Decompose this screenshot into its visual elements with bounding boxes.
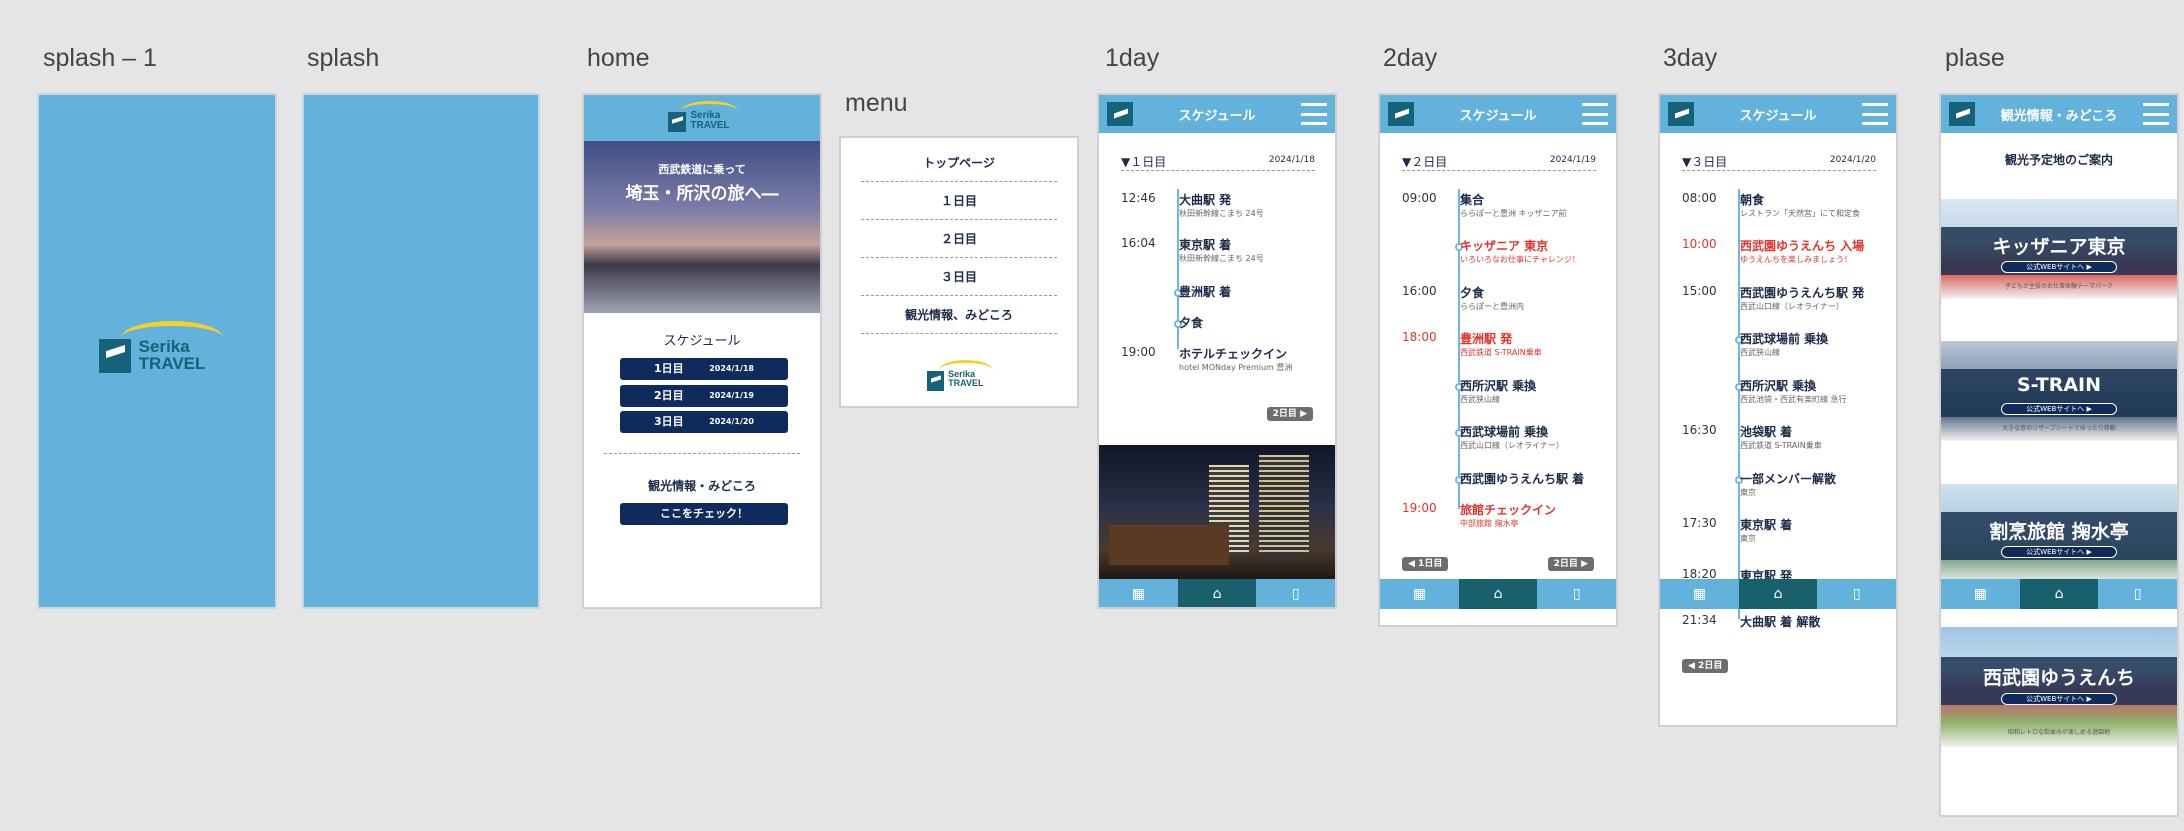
- spot-name: 西武園ゆうえんち: [1982, 667, 2135, 689]
- day-header: ▼３日目 2024/1/20: [1682, 155, 1876, 171]
- hamburger-menu-icon[interactable]: [1862, 103, 1888, 125]
- home-icon[interactable]: ⌂: [1458, 579, 1538, 609]
- artboard-label-menu: menu: [845, 89, 908, 117]
- document-icon[interactable]: ▯: [2098, 579, 2177, 609]
- artboard-menu[interactable]: トップページ １日目 ２日目 ３日目 観光情報、みどころ Serika TRAVE…: [839, 136, 1079, 408]
- serika-logo-menu: Serika TRAVEL: [927, 360, 993, 394]
- home-icon[interactable]: ⌂: [1738, 579, 1818, 609]
- hamburger-menu-icon[interactable]: [2143, 103, 2169, 125]
- next-day-button[interactable]: 2日目 ▶: [1547, 557, 1594, 571]
- bottom-tab-bar: ▦ ⌂ ▯: [1380, 579, 1616, 609]
- day-header: ▼２日目 2024/1/19: [1402, 155, 1596, 171]
- artboard-3day[interactable]: スケジュール ▼３日目 2024/1/20 08:00 朝食 レストラン「天然宮」に…: [1658, 93, 1898, 727]
- artboard-label-plase: plase: [1945, 44, 2005, 72]
- calendar-icon[interactable]: ▦: [1660, 579, 1739, 609]
- spot-website-button[interactable]: 公式WEBサイトへ ▶: [2001, 403, 2117, 415]
- artboard-2day[interactable]: スケジュール ▼２日目 2024/1/19 09:00 集合 ららぽーと豊洲 キッザ…: [1378, 93, 1618, 627]
- prev-day-button[interactable]: ◀ 1日目: [1402, 557, 1449, 571]
- artboard-splash[interactable]: [302, 93, 540, 609]
- spot-website-button[interactable]: 公式WEBサイトへ ▶: [2001, 693, 2117, 705]
- menu-item-day2[interactable]: ２日目: [861, 220, 1057, 258]
- app-bar: 観光情報・みどころ: [1941, 95, 2177, 133]
- hero-line1: 西武鉄道に乗って: [658, 163, 746, 176]
- menu-item-top[interactable]: トップページ: [861, 144, 1057, 182]
- artboard-label-home: home: [587, 44, 650, 72]
- app-bar-title: 観光情報・みどころ: [2000, 109, 2118, 124]
- night-city-photo: [1099, 445, 1335, 583]
- menu-item-day3[interactable]: ３日目: [861, 258, 1057, 296]
- artboard-label-splash1: splash – 1: [43, 44, 157, 72]
- menu-item-sights[interactable]: 観光情報、みどころ: [861, 296, 1057, 334]
- day1-button[interactable]: 1日目 2024/1/18: [620, 358, 788, 380]
- app-bar: スケジュール: [1380, 95, 1616, 133]
- spot-name: キッザニア東京: [1992, 236, 2126, 258]
- serika-logo: Serika TRAVEL: [99, 321, 223, 377]
- calendar-icon[interactable]: ▦: [1099, 579, 1178, 607]
- serika-logo-small: Serika TRAVEL: [668, 101, 738, 135]
- spot-caption: 子どもが主役のお仕事体験テーマパーク: [2004, 283, 2113, 290]
- plase-subtitle: 観光予定地のご案内: [2004, 153, 2113, 167]
- app-bar-title: スケジュール: [1739, 109, 1817, 124]
- app-bar: スケジュール: [1099, 95, 1335, 133]
- hamburger-menu-icon[interactable]: [1582, 103, 1608, 125]
- artboard-home[interactable]: Serika TRAVEL 西武鉄道に乗って 埼玉・所沢の旅へ― スケジュール 1…: [582, 93, 822, 609]
- app-bar-title: スケジュール: [1459, 109, 1537, 124]
- logo-line2: TRAVEL: [138, 353, 206, 373]
- menu-item-day1[interactable]: １日目: [861, 182, 1057, 220]
- spot-website-button[interactable]: 公式WEBサイトへ ▶: [2001, 261, 2117, 273]
- day-header: ▼１日目 2024/1/18: [1121, 153, 1315, 171]
- document-icon[interactable]: ▯: [1537, 579, 1616, 609]
- home-icon[interactable]: ⌂: [2019, 579, 2099, 609]
- artboard-label-splash: splash: [307, 44, 380, 72]
- spot-website-button[interactable]: 公式WEBサイトへ ▶: [2001, 546, 2117, 558]
- document-icon[interactable]: ▯: [1817, 579, 1896, 609]
- spot-caption: 大きな窓のリザーブシートでゆったり移動: [2002, 425, 2116, 432]
- calendar-icon[interactable]: ▦: [1941, 579, 2020, 609]
- calendar-icon[interactable]: ▦: [1380, 579, 1459, 609]
- home-icon[interactable]: ⌂: [1177, 579, 1257, 607]
- spot-card-seibuen[interactable]: 西武園ゆうえんち 公式WEBサイトへ ▶ 昭和レトロな街並みが楽しめる遊園地: [1941, 627, 2177, 747]
- day2-button[interactable]: 2日目 2024/1/19: [620, 385, 788, 407]
- app-bar-title: スケジュール: [1178, 109, 1256, 124]
- bottom-tab-bar: ▦ ⌂ ▯: [1099, 579, 1335, 607]
- document-icon[interactable]: ▯: [1256, 579, 1335, 607]
- artboard-1day[interactable]: スケジュール ▼１日目 2024/1/18 12:46 大曲駅 発秋田新幹線こまち…: [1097, 93, 1337, 609]
- spot-card-strain[interactable]: S-TRAIN 公式WEBサイトへ ▶ 大きな窓のリザーブシートでゆったり移動: [1941, 341, 2177, 441]
- hamburger-menu-icon[interactable]: [1301, 103, 1327, 125]
- prev-day-button[interactable]: ◀ 2日目: [1682, 659, 1729, 673]
- next-day-button[interactable]: 2日目 ▶: [1266, 407, 1313, 421]
- app-bar: スケジュール: [1660, 95, 1896, 133]
- hero-line2: 埼玉・所沢の旅へ―: [625, 184, 779, 204]
- check-button[interactable]: ここをチェック！: [620, 503, 788, 525]
- artboard-label-2day: 2day: [1383, 44, 1438, 72]
- hero-image: 西武鉄道に乗って 埼玉・所沢の旅へ―: [584, 141, 820, 313]
- schedule-title: スケジュール: [663, 334, 741, 349]
- bottom-tab-bar: ▦ ⌂ ▯: [1941, 579, 2177, 609]
- home-header: Serika TRAVEL: [584, 95, 820, 141]
- day-date: 2024/1/18: [1268, 155, 1315, 165]
- bottom-tab-bar: ▦ ⌂ ▯: [1660, 579, 1896, 609]
- divider: [604, 453, 800, 454]
- spot-name: 割烹旅館 掬水亭: [1989, 521, 2129, 543]
- day3-button[interactable]: 3日目 2024/1/20: [620, 411, 788, 433]
- spot-card-kidzania[interactable]: キッザニア東京 公式WEBサイトへ ▶ 子どもが主役のお仕事体験テーマパーク: [1941, 199, 2177, 299]
- artboard-splash1[interactable]: Serika TRAVEL: [37, 93, 277, 609]
- spot-card-ryokan[interactable]: 割烹旅館 掬水亭 公式WEBサイトへ ▶: [1941, 484, 2177, 584]
- artboard-label-3day: 3day: [1663, 44, 1718, 72]
- artboard-label-1day: 1day: [1105, 44, 1160, 72]
- artboard-plase[interactable]: 観光情報・みどころ 観光予定地のご案内 キッザニア東京 公式WEBサイトへ ▶ …: [1939, 93, 2179, 817]
- spot-caption: 昭和レトロな街並みが楽しめる遊園地: [2007, 729, 2110, 736]
- day-label: ▼１日目: [1121, 155, 1167, 169]
- sights-title: 観光情報・みどころ: [648, 479, 756, 493]
- spot-name: S-TRAIN: [2016, 374, 2102, 396]
